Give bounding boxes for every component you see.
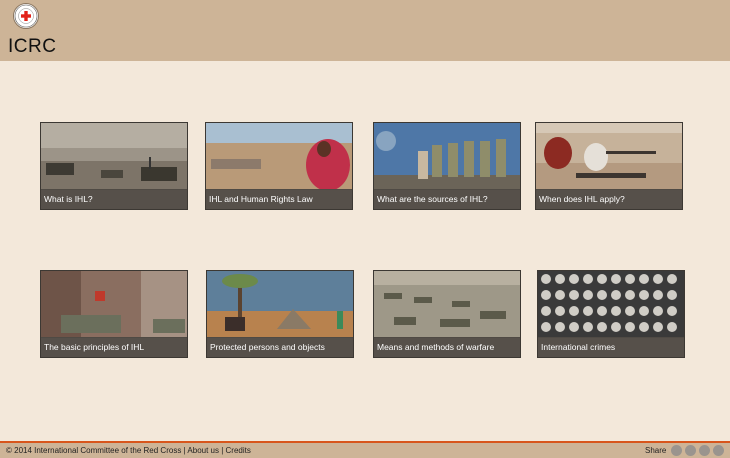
tile-caption: International crimes (538, 338, 684, 357)
twitter-icon[interactable] (671, 445, 682, 456)
header-bar: ICRC (0, 0, 730, 61)
tile-basic-principles[interactable]: The basic principles of IHL (40, 270, 188, 358)
tile-ihl-human-rights[interactable]: IHL and Human Rights Law (205, 122, 353, 210)
page-title: ICRC (8, 36, 57, 57)
credits-link[interactable]: Credits (226, 446, 251, 455)
tile-image (41, 271, 187, 337)
footer-links: © 2014 International Committee of the Re… (6, 446, 251, 455)
icrc-logo[interactable] (13, 3, 39, 29)
more-icon[interactable] (713, 445, 724, 456)
tile-protected-persons[interactable]: Protected persons and objects (206, 270, 354, 358)
tile-sources-of-ihl[interactable]: What are the sources of IHL? (373, 122, 521, 210)
tile-caption: What is IHL? (41, 190, 187, 209)
red-cross-icon (14, 4, 38, 28)
tile-caption: IHL and Human Rights Law (206, 190, 352, 209)
about-us-link[interactable]: About us (187, 446, 219, 455)
tile-caption: Means and methods of warfare (374, 338, 520, 357)
tile-caption: Protected persons and objects (207, 338, 353, 357)
tile-caption: The basic principles of IHL (41, 338, 187, 357)
tile-when-ihl-applies[interactable]: When does IHL apply? (535, 122, 683, 210)
share-label: Share (645, 446, 667, 455)
facebook-icon[interactable] (685, 445, 696, 456)
tile-international-crimes[interactable]: International crimes (537, 270, 685, 358)
tile-caption: What are the sources of IHL? (374, 190, 520, 209)
tile-image (206, 123, 352, 189)
tile-image (538, 271, 684, 337)
tile-means-methods[interactable]: Means and methods of warfare (373, 270, 521, 358)
google-plus-icon[interactable] (699, 445, 710, 456)
tile-image (374, 271, 520, 337)
tile-image (536, 123, 682, 189)
tile-what-is-ihl[interactable]: What is IHL? (40, 122, 188, 210)
copyright-text: © 2014 International Committee of the Re… (6, 446, 182, 455)
tile-caption: When does IHL apply? (536, 190, 682, 209)
footer-bar: © 2014 International Committee of the Re… (0, 443, 730, 458)
tile-image (41, 123, 187, 189)
tile-image (374, 123, 520, 189)
tile-image (207, 271, 353, 337)
